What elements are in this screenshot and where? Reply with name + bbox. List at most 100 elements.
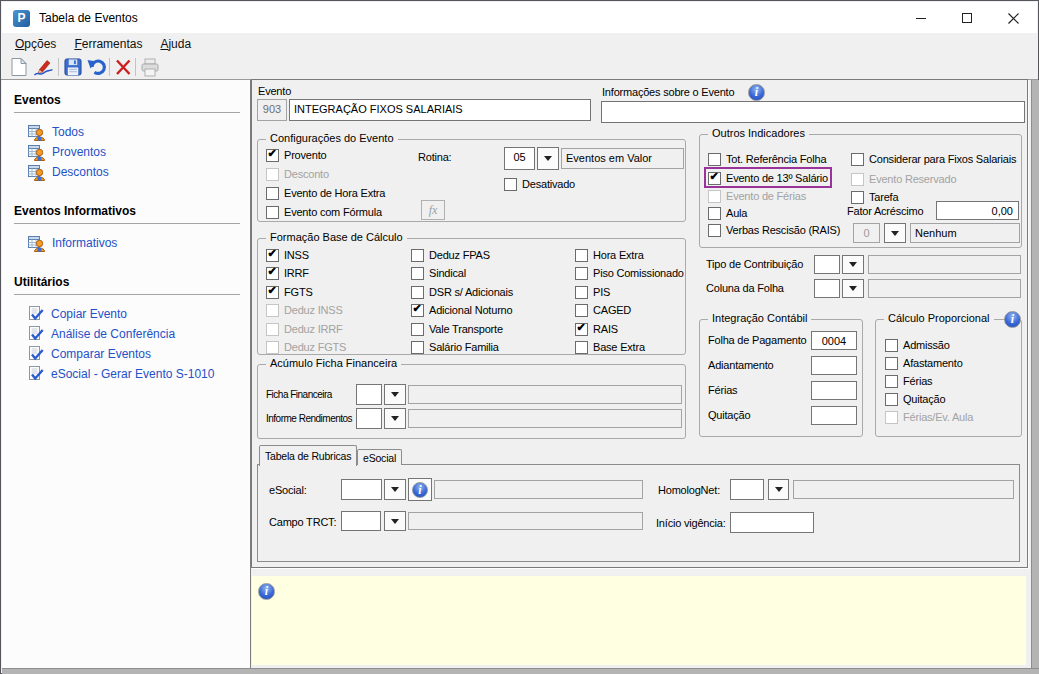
- campo-trct-field[interactable]: [341, 511, 381, 531]
- undo-button[interactable]: [86, 56, 108, 78]
- checkbox-desativado[interactable]: Desativado: [504, 176, 575, 192]
- checkbox-rais[interactable]: ✔RAIS: [575, 321, 618, 337]
- informe-rendimentos-field[interactable]: [356, 408, 382, 429]
- checkbox-verbas-rescisao-rais[interactable]: Verbas Rescisão (RAIS): [708, 222, 840, 238]
- print-button[interactable]: [139, 56, 161, 78]
- sidebar-item-informativos[interactable]: Informativos: [28, 234, 117, 252]
- checkbox-box[interactable]: [885, 393, 898, 406]
- checkbox-sindical[interactable]: Sindical: [411, 265, 466, 281]
- checkbox-tot-referencia-folha[interactable]: Tot. Referência Folha: [708, 151, 826, 167]
- checkbox-evento-de-hora-extra[interactable]: Evento de Hora Extra: [266, 185, 385, 201]
- checkbox-box[interactable]: ✔: [266, 149, 279, 162]
- tab-tabela-rubricas[interactable]: Tabela de Rubricas: [259, 445, 357, 466]
- checkbox-tarefa[interactable]: Tarefa: [851, 189, 898, 205]
- sidebar-item-comparar-eventos[interactable]: Comparar Eventos: [28, 345, 151, 363]
- checkbox-ferias[interactable]: Férias: [885, 373, 932, 389]
- checkbox-box[interactable]: [266, 206, 279, 219]
- checkbox-box[interactable]: [411, 267, 424, 280]
- sidebar-item-todos[interactable]: Todos: [28, 123, 84, 141]
- checkbox-considerar-para-fixos-salariais[interactable]: Considerar para Fixos Salariais: [851, 151, 1016, 167]
- checkbox-aula[interactable]: Aula: [708, 205, 747, 221]
- checkbox-admissao[interactable]: Admissão: [885, 337, 950, 353]
- verba-rescisao-dropdown-button[interactable]: [884, 223, 906, 243]
- checkbox-salario-familia[interactable]: Salário Familia: [411, 339, 499, 355]
- maximize-button[interactable]: [944, 3, 990, 33]
- integracao-field-folha-de-pagamento[interactable]: 0004: [811, 331, 857, 350]
- informacoes-field[interactable]: [601, 101, 1025, 123]
- checkbox-caged[interactable]: CAGED: [575, 302, 631, 318]
- rotina-value-field[interactable]: 05: [504, 147, 535, 170]
- checkbox-box[interactable]: ✔: [266, 249, 279, 262]
- save-button[interactable]: [62, 56, 84, 78]
- menu-ajuda[interactable]: Ajuda: [151, 37, 200, 51]
- checkbox-provento[interactable]: ✔Provento: [266, 147, 326, 163]
- checkbox-box[interactable]: ✔: [411, 304, 424, 317]
- checkbox-box[interactable]: ✔: [708, 172, 721, 185]
- evento-name-field[interactable]: INTEGRAÇÃO FIXOS SALARIAIS: [289, 99, 591, 121]
- checkbox-box[interactable]: [575, 267, 588, 280]
- checkbox-box[interactable]: [851, 153, 864, 166]
- checkbox-fgts[interactable]: ✔FGTS: [266, 284, 313, 300]
- checkbox-box[interactable]: [575, 341, 588, 354]
- checkbox-box[interactable]: [575, 286, 588, 299]
- tab-esocial[interactable]: eSocial: [357, 449, 402, 465]
- checkbox-box[interactable]: [504, 178, 517, 191]
- minimize-button[interactable]: [898, 3, 944, 33]
- checkbox-box[interactable]: [411, 341, 424, 354]
- checkbox-box[interactable]: [411, 323, 424, 336]
- checkbox-base-extra[interactable]: Base Extra: [575, 339, 645, 355]
- menu-opcoes[interactable]: Opções: [6, 37, 65, 51]
- homolognet-dropdown-button[interactable]: [768, 479, 789, 500]
- informe-rendimentos-dropdown-button[interactable]: [384, 408, 406, 429]
- checkbox-box[interactable]: [411, 249, 424, 262]
- esocial-dropdown-button[interactable]: [384, 479, 406, 500]
- esocial-field[interactable]: [341, 479, 382, 500]
- esocial-info-button[interactable]: i: [408, 478, 432, 501]
- delete-button[interactable]: [112, 56, 134, 78]
- checkbox-piso-comissionado[interactable]: Piso Comissionado: [575, 265, 684, 281]
- close-button[interactable]: [990, 3, 1036, 33]
- edit-button[interactable]: [32, 56, 54, 78]
- fator-acrescimo-field[interactable]: 0,00: [936, 201, 1019, 220]
- coluna-folha-field[interactable]: [814, 279, 840, 298]
- checkbox-evento-com-formula[interactable]: Evento com Fórmula: [266, 204, 382, 220]
- checkbox-vale-transporte[interactable]: Vale Transporte: [411, 321, 503, 337]
- checkbox-box[interactable]: ✔: [266, 267, 279, 280]
- checkbox-box[interactable]: [708, 224, 721, 237]
- checkbox-quitacao[interactable]: Quitação: [885, 391, 945, 407]
- inicio-vigencia-field[interactable]: [730, 512, 814, 533]
- ficha-financeira-field[interactable]: [356, 384, 382, 405]
- calculo-info-icon[interactable]: i: [1004, 311, 1021, 328]
- campo-trct-dropdown-button[interactable]: [384, 511, 406, 531]
- menu-ferramentas[interactable]: Ferramentas: [65, 37, 151, 51]
- checkbox-box[interactable]: [575, 304, 588, 317]
- coluna-folha-dropdown-button[interactable]: [842, 279, 864, 298]
- checkbox-afastamento[interactable]: Afastamento: [885, 355, 963, 371]
- checkbox-dsr-s-adicionais[interactable]: DSR s/ Adicionais: [411, 284, 513, 300]
- checkbox-box[interactable]: [266, 187, 279, 200]
- checkbox-box[interactable]: [575, 249, 588, 262]
- rotina-dropdown-button[interactable]: [537, 147, 559, 170]
- sidebar-item-copiar-evento[interactable]: Copiar Evento: [28, 305, 127, 323]
- checkbox-pis[interactable]: PIS: [575, 284, 610, 300]
- sidebar-item-descontos[interactable]: Descontos: [28, 163, 109, 181]
- checkbox-box[interactable]: [411, 286, 424, 299]
- homolognet-field[interactable]: [730, 479, 764, 500]
- integracao-field-ferias[interactable]: [811, 381, 857, 400]
- sidebar-item-proventos[interactable]: Proventos: [28, 143, 106, 161]
- checkbox-adicional-noturno[interactable]: ✔Adicional Noturno: [411, 302, 512, 318]
- checkbox-box[interactable]: [885, 375, 898, 388]
- checkbox-inss[interactable]: ✔INSS: [266, 247, 309, 263]
- new-button[interactable]: [8, 56, 30, 78]
- checkbox-evento-de-13-salario[interactable]: ✔Evento de 13º Salário: [708, 170, 828, 186]
- info-icon[interactable]: i: [748, 84, 765, 101]
- checkbox-deduz-fpas[interactable]: Deduz FPAS: [411, 247, 490, 263]
- checkbox-box[interactable]: [885, 357, 898, 370]
- integracao-field-adiantamento[interactable]: [811, 356, 857, 375]
- checkbox-box[interactable]: [885, 339, 898, 352]
- checkbox-box[interactable]: [708, 153, 721, 166]
- checkbox-box[interactable]: [851, 191, 864, 204]
- checkbox-box[interactable]: ✔: [266, 286, 279, 299]
- tipo-contribuicao-field[interactable]: [814, 255, 840, 274]
- integracao-field-quitacao[interactable]: [811, 406, 857, 425]
